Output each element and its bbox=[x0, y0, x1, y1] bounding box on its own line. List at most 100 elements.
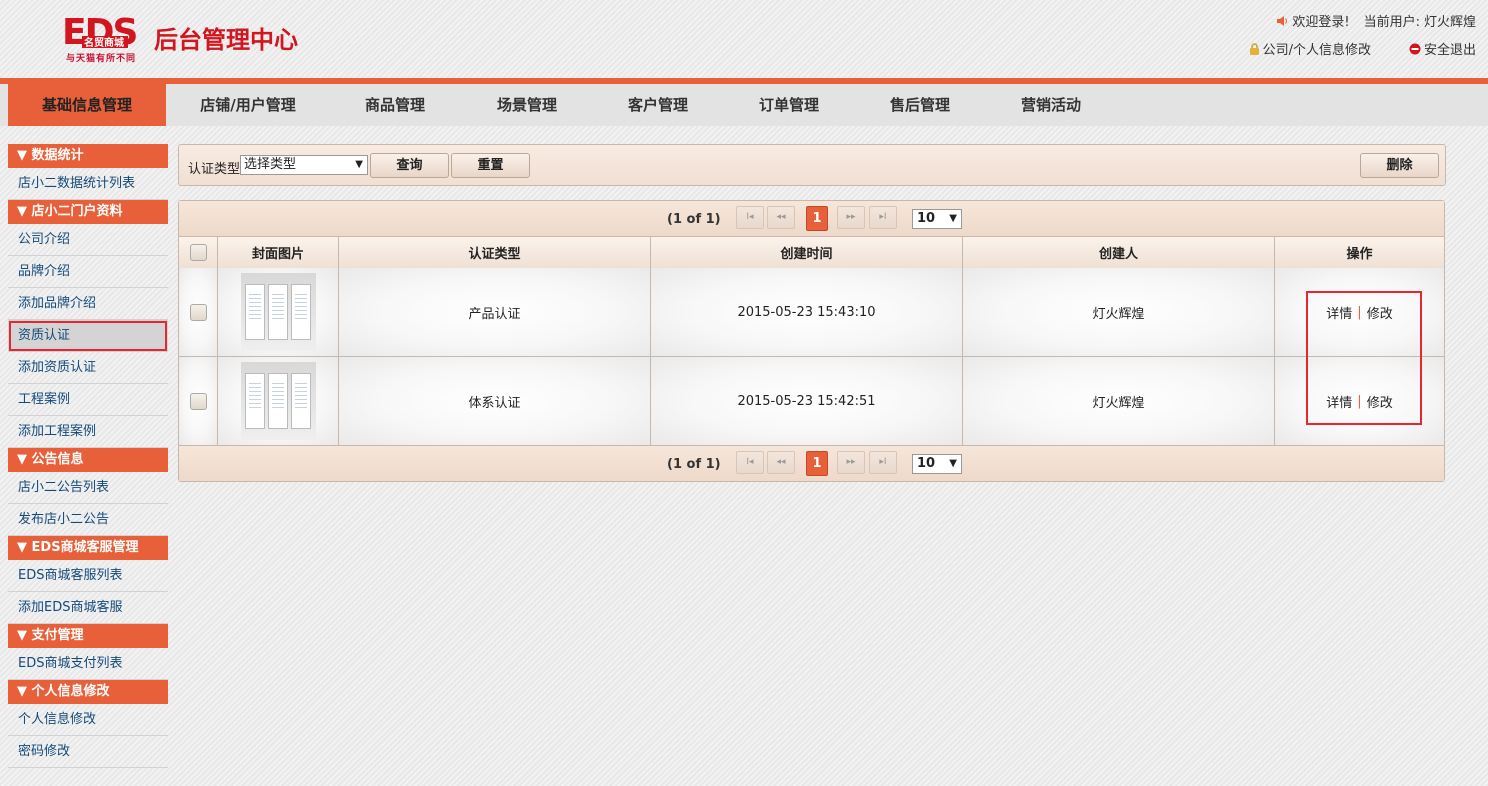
cover-image[interactable] bbox=[240, 273, 316, 351]
last-page-button[interactable]: ▸I bbox=[869, 206, 897, 229]
certificate-thumbnail bbox=[291, 373, 311, 429]
header-cover[interactable]: 封面图片 bbox=[218, 237, 339, 268]
sidebar-item-publish-notice[interactable]: 发布店小二公告 bbox=[8, 504, 168, 536]
creator-cell: 灯火辉煌 bbox=[963, 268, 1275, 356]
dropdown-arrow-icon: ▼ bbox=[949, 213, 957, 224]
next-page-button[interactable]: ▸▸ bbox=[837, 451, 865, 474]
sidebar-item-certification[interactable]: 资质认证 bbox=[8, 320, 168, 352]
page-size-select[interactable]: 10 ▼ bbox=[912, 209, 962, 229]
user-links: 公司/个人信息修改 安全退出 bbox=[1249, 39, 1476, 58]
table-row: 产品认证 2015-05-23 15:43:10 灯火辉煌 详情 | 修改 bbox=[179, 268, 1444, 357]
cover-image[interactable] bbox=[240, 362, 316, 440]
page-size-value: 10 bbox=[917, 211, 936, 226]
page-info: (1 of 1) bbox=[667, 212, 721, 227]
profile-link[interactable]: 公司/个人信息修改 bbox=[1249, 39, 1371, 58]
cert-type-cell: 体系认证 bbox=[339, 357, 651, 445]
sidebar-item-service-list[interactable]: EDS商城客服列表 bbox=[8, 560, 168, 592]
certificate-thumbnail bbox=[268, 373, 288, 429]
sidebar-item-add-service[interactable]: 添加EDS商城客服 bbox=[8, 592, 168, 624]
row-select-cell bbox=[179, 268, 218, 356]
sidebar-group-service[interactable]: ▼ EDS商城客服管理 bbox=[8, 536, 168, 560]
current-page-button[interactable]: 1 bbox=[806, 451, 828, 476]
first-page-button[interactable]: I◂ bbox=[736, 451, 764, 474]
sidebar-item-payment-list[interactable]: EDS商城支付列表 bbox=[8, 648, 168, 680]
row-checkbox[interactable] bbox=[189, 303, 207, 321]
edit-link[interactable]: 修改 bbox=[1367, 392, 1393, 411]
sidebar-group-profile[interactable]: ▼ 个人信息修改 bbox=[8, 680, 168, 704]
logo[interactable]: EDS 名贸商城 与天猫有所不同 后台管理中心 bbox=[62, 10, 302, 65]
sidebar-item-profile-edit[interactable]: 个人信息修改 bbox=[8, 704, 168, 736]
query-button[interactable]: 查询 bbox=[370, 153, 449, 178]
certificate-thumbnail bbox=[291, 284, 311, 340]
cert-type-select-value: 选择类型 bbox=[244, 157, 297, 172]
delete-button[interactable]: 删除 bbox=[1360, 153, 1439, 178]
sidebar-item-stats-list[interactable]: 店小二数据统计列表 bbox=[8, 168, 168, 200]
table-row: 体系认证 2015-05-23 15:42:51 灯火辉煌 详情 | 修改 bbox=[179, 357, 1444, 446]
filter-toolbar: 认证类型 选择类型 ▼ 查询 重置 删除 bbox=[178, 144, 1446, 186]
nav-products[interactable]: 商品管理 bbox=[340, 84, 450, 126]
pager-bottom: (1 of 1) I◂ ◂◂ 1 ▸▸ ▸I 10 ▼ bbox=[179, 445, 1444, 481]
page-size-select[interactable]: 10 ▼ bbox=[912, 454, 962, 474]
nav-marketing[interactable]: 营销活动 bbox=[996, 84, 1106, 126]
nav-orders[interactable]: 订单管理 bbox=[734, 84, 844, 126]
header: EDS 名贸商城 与天猫有所不同 后台管理中心 欢迎登录! 当前用户: 灯火辉煌… bbox=[0, 0, 1488, 78]
pager-top: (1 of 1) I◂ ◂◂ 1 ▸▸ ▸I 10 ▼ bbox=[179, 201, 1444, 237]
nav-shop-user[interactable]: 店铺/用户管理 bbox=[178, 84, 318, 126]
prev-page-button[interactable]: ◂◂ bbox=[767, 206, 795, 229]
current-page-button[interactable]: 1 bbox=[806, 206, 828, 231]
row-select-cell bbox=[179, 357, 218, 445]
detail-link[interactable]: 详情 bbox=[1326, 303, 1352, 322]
sidebar: ▼ 数据统计 店小二数据统计列表 ▼ 店小二门户资料 公司介绍 品牌介绍 添加品… bbox=[8, 144, 168, 768]
sidebar-item-add-certification[interactable]: 添加资质认证 bbox=[8, 352, 168, 384]
prev-page-button[interactable]: ◂◂ bbox=[767, 451, 795, 474]
dropdown-arrow-icon: ▼ bbox=[949, 458, 957, 469]
header-cert-type[interactable]: 认证类型 bbox=[339, 237, 651, 268]
header-created[interactable]: 创建时间 bbox=[651, 237, 963, 268]
actions-cell: 详情 | 修改 bbox=[1275, 268, 1444, 356]
edit-link[interactable]: 修改 bbox=[1367, 303, 1393, 322]
sidebar-group-payment[interactable]: ▼ 支付管理 bbox=[8, 624, 168, 648]
cert-type-select[interactable]: 选择类型 ▼ bbox=[240, 155, 368, 175]
logout-link[interactable]: 安全退出 bbox=[1409, 39, 1476, 58]
cover-cell bbox=[218, 357, 339, 445]
cert-type-label: 认证类型 bbox=[188, 162, 241, 177]
sidebar-group-notice[interactable]: ▼ 公告信息 bbox=[8, 448, 168, 472]
header-creator[interactable]: 创建人 bbox=[963, 237, 1275, 268]
logout-link-label: 安全退出 bbox=[1423, 43, 1476, 58]
sidebar-group-stats[interactable]: ▼ 数据统计 bbox=[8, 144, 168, 168]
creator-cell: 灯火辉煌 bbox=[963, 357, 1275, 445]
sidebar-item-company-intro[interactable]: 公司介绍 bbox=[8, 224, 168, 256]
last-page-button[interactable]: ▸I bbox=[869, 451, 897, 474]
current-user-label: 当前用户: bbox=[1363, 15, 1420, 30]
welcome-text: 欢迎登录! bbox=[1292, 15, 1350, 30]
nav-customers[interactable]: 客户管理 bbox=[603, 84, 713, 126]
sidebar-item-add-case[interactable]: 添加工程案例 bbox=[8, 416, 168, 448]
sidebar-item-cases[interactable]: 工程案例 bbox=[8, 384, 168, 416]
nav-after-sales[interactable]: 售后管理 bbox=[865, 84, 975, 126]
speaker-icon bbox=[1277, 15, 1288, 26]
lock-icon bbox=[1249, 42, 1259, 55]
logo-tagline: 与天猫有所不同 bbox=[66, 54, 137, 64]
select-all-checkbox[interactable] bbox=[189, 244, 207, 261]
actions-cell: 详情 | 修改 bbox=[1275, 357, 1444, 445]
table-header: 封面图片 认证类型 创建时间 创建人 操作 bbox=[179, 237, 1444, 269]
nav-basic-info[interactable]: 基础信息管理 bbox=[8, 84, 166, 126]
row-checkbox[interactable] bbox=[189, 392, 207, 410]
certificate-thumbnail bbox=[268, 284, 288, 340]
sidebar-group-portal[interactable]: ▼ 店小二门户资料 bbox=[8, 200, 168, 224]
logout-icon bbox=[1409, 43, 1421, 54]
sidebar-item-password[interactable]: 密码修改 bbox=[8, 736, 168, 768]
sidebar-item-notice-list[interactable]: 店小二公告列表 bbox=[8, 472, 168, 504]
eds-logo-mark: EDS 名贸商城 bbox=[62, 12, 138, 52]
user-info: 欢迎登录! 当前用户: 灯火辉煌 bbox=[1276, 11, 1476, 30]
page-size-value: 10 bbox=[917, 456, 936, 471]
certificate-thumbnail bbox=[245, 373, 265, 429]
sidebar-item-add-brand[interactable]: 添加品牌介绍 bbox=[8, 288, 168, 320]
nav-scenes[interactable]: 场景管理 bbox=[472, 84, 582, 126]
sidebar-item-brand-intro[interactable]: 品牌介绍 bbox=[8, 256, 168, 288]
cert-table-panel: (1 of 1) I◂ ◂◂ 1 ▸▸ ▸I 10 ▼ 封面图片 认证类型 创建… bbox=[178, 200, 1445, 482]
reset-button[interactable]: 重置 bbox=[451, 153, 530, 178]
detail-link[interactable]: 详情 bbox=[1326, 392, 1352, 411]
next-page-button[interactable]: ▸▸ bbox=[837, 206, 865, 229]
first-page-button[interactable]: I◂ bbox=[736, 206, 764, 229]
